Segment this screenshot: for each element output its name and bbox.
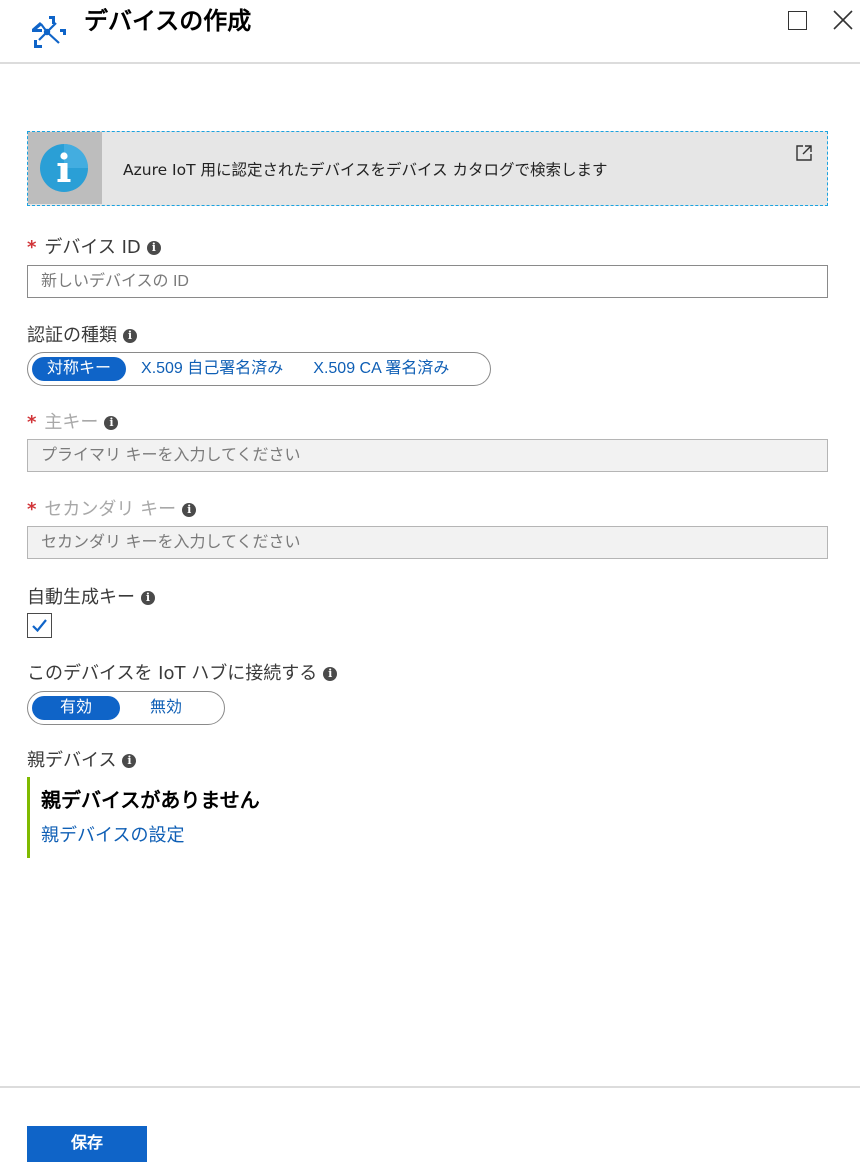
connect-hub-toggle: 有効 無効 bbox=[27, 691, 225, 725]
device-catalog-banner[interactable]: Azure IoT 用に認定されたデバイスをデバイス カタログで検索します bbox=[27, 131, 828, 206]
footer-divider bbox=[0, 1086, 860, 1088]
banner-icon-box bbox=[28, 132, 102, 204]
required-asterisk: * bbox=[27, 412, 37, 433]
auth-type-selector: 対称キー X.509 自己署名済み X.509 CA 署名済み bbox=[27, 352, 491, 386]
info-icon bbox=[40, 144, 88, 192]
parent-device-label: 親デバイス i bbox=[27, 749, 137, 773]
secondary-key-label: * セカンダリ キー i bbox=[27, 498, 197, 522]
parent-device-section: 親デバイスがありません 親デバイスの設定 bbox=[27, 777, 387, 858]
info-icon[interactable]: i bbox=[123, 329, 137, 343]
info-icon[interactable]: i bbox=[104, 416, 119, 430]
device-id-input[interactable] bbox=[27, 265, 828, 298]
set-parent-device-link[interactable]: 親デバイスの設定 bbox=[41, 821, 184, 847]
auth-option-x509-ca-signed[interactable]: X.509 CA 署名済み bbox=[298, 357, 464, 381]
iot-device-icon bbox=[32, 16, 66, 48]
no-parent-text: 親デバイスがありません bbox=[41, 788, 260, 812]
connect-option-disabled[interactable]: 無効 bbox=[120, 696, 198, 720]
save-button[interactable]: 保存 bbox=[27, 1126, 147, 1162]
external-link-icon[interactable] bbox=[795, 144, 813, 162]
connect-hub-label: このデバイスを IoT ハブに接続する i bbox=[27, 662, 338, 686]
device-id-label: * デバイス ID i bbox=[27, 236, 161, 260]
info-icon[interactable]: i bbox=[141, 591, 155, 605]
info-icon[interactable]: i bbox=[122, 754, 137, 768]
maximize-button[interactable] bbox=[788, 11, 807, 30]
banner-text: Azure IoT 用に認定されたデバイスをデバイス カタログで検索します bbox=[123, 161, 608, 179]
secondary-key-input[interactable] bbox=[27, 526, 828, 559]
required-asterisk: * bbox=[27, 237, 37, 258]
close-icon[interactable] bbox=[832, 9, 854, 31]
auth-option-symmetric-key[interactable]: 対称キー bbox=[32, 357, 127, 381]
auto-generate-checkbox[interactable] bbox=[27, 613, 52, 638]
info-icon[interactable]: i bbox=[146, 241, 161, 255]
auth-type-label: 認証の種類 i bbox=[27, 324, 137, 348]
blade-header: デバイスの作成 bbox=[0, 0, 860, 64]
page-title: デバイスの作成 bbox=[84, 7, 252, 35]
primary-key-input[interactable] bbox=[27, 439, 828, 472]
auto-generate-label: 自動生成キー i bbox=[27, 586, 155, 610]
info-icon[interactable]: i bbox=[323, 667, 338, 681]
required-asterisk: * bbox=[27, 499, 37, 520]
checkmark-icon bbox=[32, 619, 47, 633]
primary-key-label: * 主キー i bbox=[27, 411, 119, 435]
info-icon[interactable]: i bbox=[182, 503, 197, 517]
connect-option-enabled[interactable]: 有効 bbox=[32, 696, 121, 720]
auth-option-x509-self-signed[interactable]: X.509 自己署名済み bbox=[126, 357, 298, 381]
